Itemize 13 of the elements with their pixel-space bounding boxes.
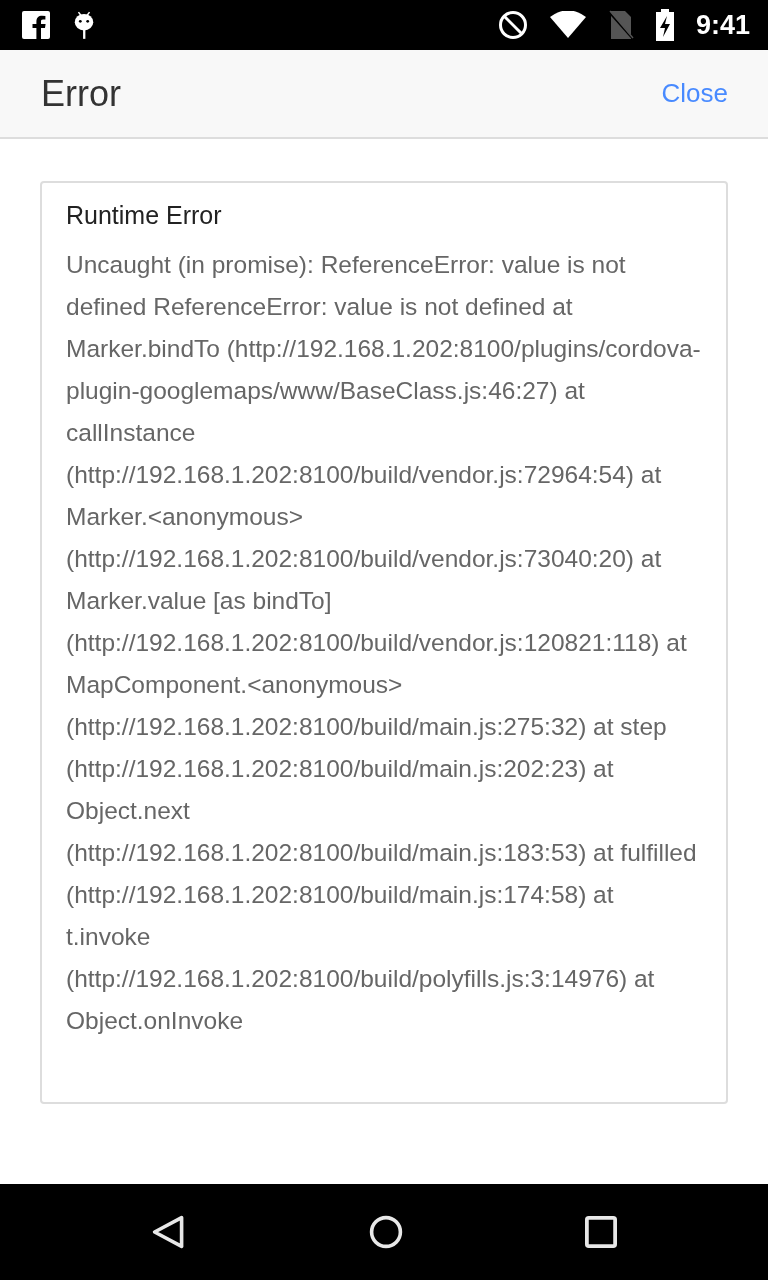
battery-charging-icon (655, 9, 674, 41)
close-button[interactable]: Close (651, 74, 738, 113)
clock-time: 9:41 (695, 9, 750, 41)
error-title: Runtime Error (66, 201, 223, 230)
do-not-disturb-icon (497, 10, 528, 40)
home-icon[interactable] (368, 1214, 404, 1250)
recents-icon[interactable] (585, 1216, 618, 1248)
facebook-icon (22, 11, 50, 39)
wifi-icon (549, 11, 586, 39)
android-icon (72, 10, 96, 40)
no-sim-icon (607, 10, 634, 40)
page-title: Error (41, 72, 121, 115)
error-message: Uncaught (in promise): ReferenceError: value is not defined ReferenceError: value is not defined at Marker.bindTo (http://192.168.1.202:8100/plugins/cordova-plugin-googlemaps/www/BaseClass.js:46:27) at callInstance (http://192.168.1.202:8100/build/vendor.js:72964:54) at Marker.<anonymous> (http://192.168.1.202:8100/build/vendor.js:73040:20) at Marker.value [as bindTo] (http://192.168.1.202:8100/build/vendor.js:120821:118) at MapComponent.<anonymous> (http://192.168.1.202:8100/build/main.js:275:32) at step (http://192.168.1.202:8100/build/main.js:202:23) at Object.next (http://192.168.1.202:8100/build/main.js:183:53) at fulfilled (http://192.168.1.202:8100/build/main.js:174:58) at t.invoke (http://192.168.1.202:8100/build/polyfills.js:3:14976) at Object.onInvoke (66, 250, 702, 1036)
